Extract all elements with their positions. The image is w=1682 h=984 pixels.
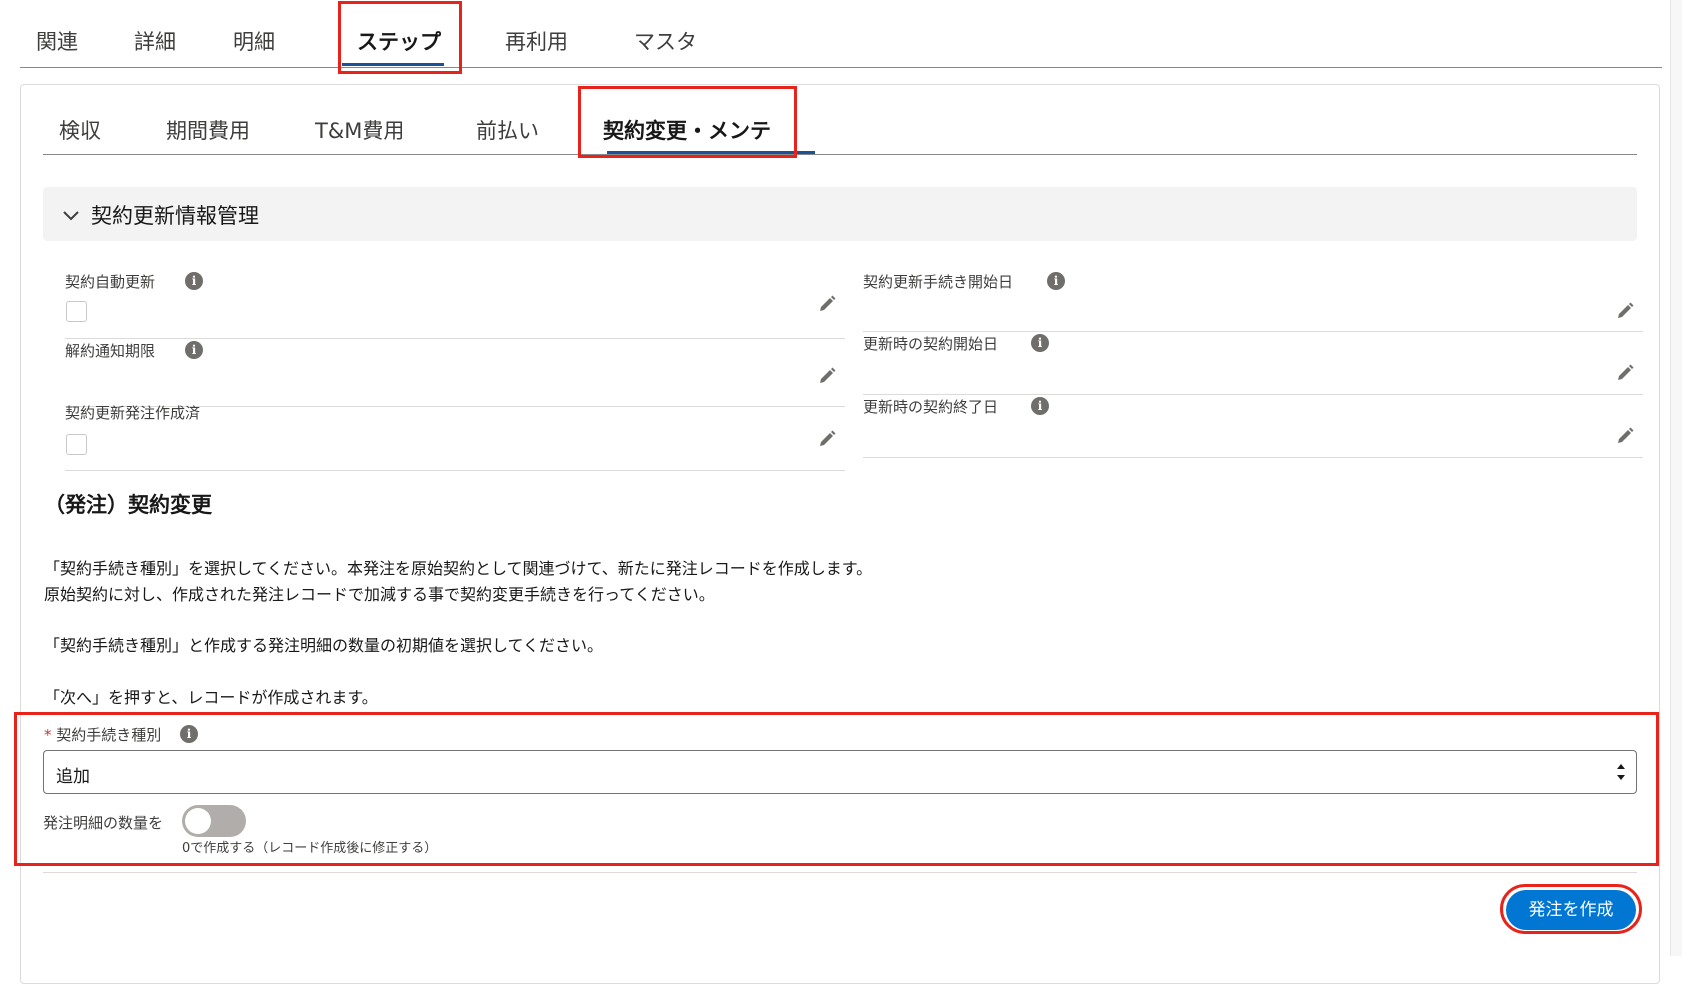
field-label: 解約通知期限	[65, 342, 156, 360]
field-label: 契約更新手続き開始日	[863, 273, 1014, 291]
procedure-type-label: 契約手続き種別	[56, 726, 162, 744]
instruction-text: 「契約手続き種別」と作成する発注明細の数量の初期値を選択してください。	[44, 636, 604, 655]
field-divider	[863, 457, 1643, 458]
tab-related[interactable]: 関連	[36, 26, 78, 56]
pencil-icon[interactable]	[1615, 301, 1635, 321]
field-divider	[65, 470, 845, 471]
field-label: 更新時の契約終了日	[863, 398, 999, 416]
auto-renewal-checkbox[interactable]	[66, 301, 87, 322]
tab-prepayment[interactable]: 前払い	[476, 115, 539, 145]
select-arrows-icon	[1617, 764, 1625, 780]
tab-contract-change-maintenance[interactable]: 契約変更・メンテ	[603, 115, 771, 145]
info-icon[interactable]: i	[185, 341, 203, 359]
sub-tab-bar: 検収 期間費用 T&M費用 前払い 契約変更・メンテ	[43, 85, 1637, 155]
tab-line-items[interactable]: 明細	[233, 26, 275, 56]
pencil-icon[interactable]	[817, 366, 837, 386]
tab-steps[interactable]: ステップ	[357, 26, 441, 56]
field-renewal-contract-start-date: 更新時の契約開始日 i	[863, 333, 1643, 397]
create-order-button[interactable]: 発注を作成	[1506, 890, 1636, 930]
field-divider	[863, 331, 1643, 332]
active-subtab-indicator	[607, 151, 815, 154]
instruction-text: 「次へ」を押すと、レコードが作成されます。	[44, 688, 378, 707]
info-icon[interactable]: i	[1047, 272, 1065, 290]
tab-period-cost[interactable]: 期間費用	[166, 115, 250, 145]
field-divider	[863, 394, 1643, 395]
field-renewal-procedure-start-date: 契約更新手続き開始日 i	[863, 271, 1643, 335]
info-icon[interactable]: i	[180, 725, 198, 743]
info-icon[interactable]: i	[1031, 397, 1049, 415]
field-divider	[65, 338, 845, 339]
procedure-type-select[interactable]: 追加	[43, 750, 1637, 794]
active-tab-indicator	[342, 63, 444, 66]
quantity-toggle-label: 発注明細の数量を	[43, 814, 164, 832]
required-mark: *	[44, 726, 52, 744]
tab-tm-cost[interactable]: T&M費用	[315, 115, 404, 145]
scrollbar[interactable]	[1670, 0, 1682, 956]
chevron-down-icon	[63, 211, 79, 221]
pencil-icon[interactable]	[1615, 363, 1635, 383]
renewal-order-created-checkbox[interactable]	[66, 434, 87, 455]
field-renewal-order-created: 契約更新発注作成済	[65, 402, 845, 472]
section-header-contract-renewal[interactable]: 契約更新情報管理	[43, 187, 1637, 241]
footer-divider	[43, 872, 1637, 873]
tab-inspection[interactable]: 検収	[59, 115, 101, 145]
info-icon[interactable]: i	[185, 272, 203, 290]
procedure-type-value: 追加	[56, 767, 90, 787]
field-label: 契約自動更新	[65, 273, 156, 291]
toggle-knob	[185, 808, 211, 834]
instruction-text: 「契約手続き種別」を選択してください。本発注を原始契約として関連づけて、新たに発…	[44, 559, 873, 578]
order-change-heading: （発注）契約変更	[44, 493, 212, 517]
section-title: 契約更新情報管理	[91, 204, 259, 228]
pencil-icon[interactable]	[1615, 426, 1635, 446]
field-auto-renewal: 契約自動更新 i	[65, 271, 845, 341]
quantity-toggle-caption: 0で作成する（レコード作成後に修正する）	[182, 841, 438, 856]
field-label: 更新時の契約開始日	[863, 335, 999, 353]
tab-details[interactable]: 詳細	[134, 26, 176, 56]
quantity-toggle[interactable]	[182, 805, 246, 837]
pencil-icon[interactable]	[817, 294, 837, 314]
pencil-icon[interactable]	[817, 429, 837, 449]
top-tab-bar: 関連 詳細 明細 ステップ 再利用 マスタ	[20, 0, 1662, 68]
instruction-text: 原始契約に対し、作成された発注レコードで加減する事で契約変更手続きを行ってくださ…	[44, 585, 715, 604]
field-label: 契約更新発注作成済	[65, 404, 201, 422]
tab-master[interactable]: マスタ	[634, 26, 697, 56]
tab-reuse[interactable]: 再利用	[505, 26, 568, 56]
field-renewal-contract-end-date: 更新時の契約終了日 i	[863, 396, 1643, 460]
field-cancel-notice-deadline: 解約通知期限 i	[65, 340, 845, 410]
info-icon[interactable]: i	[1031, 334, 1049, 352]
procedure-type-label-row: * 契約手続き種別	[44, 724, 161, 745]
